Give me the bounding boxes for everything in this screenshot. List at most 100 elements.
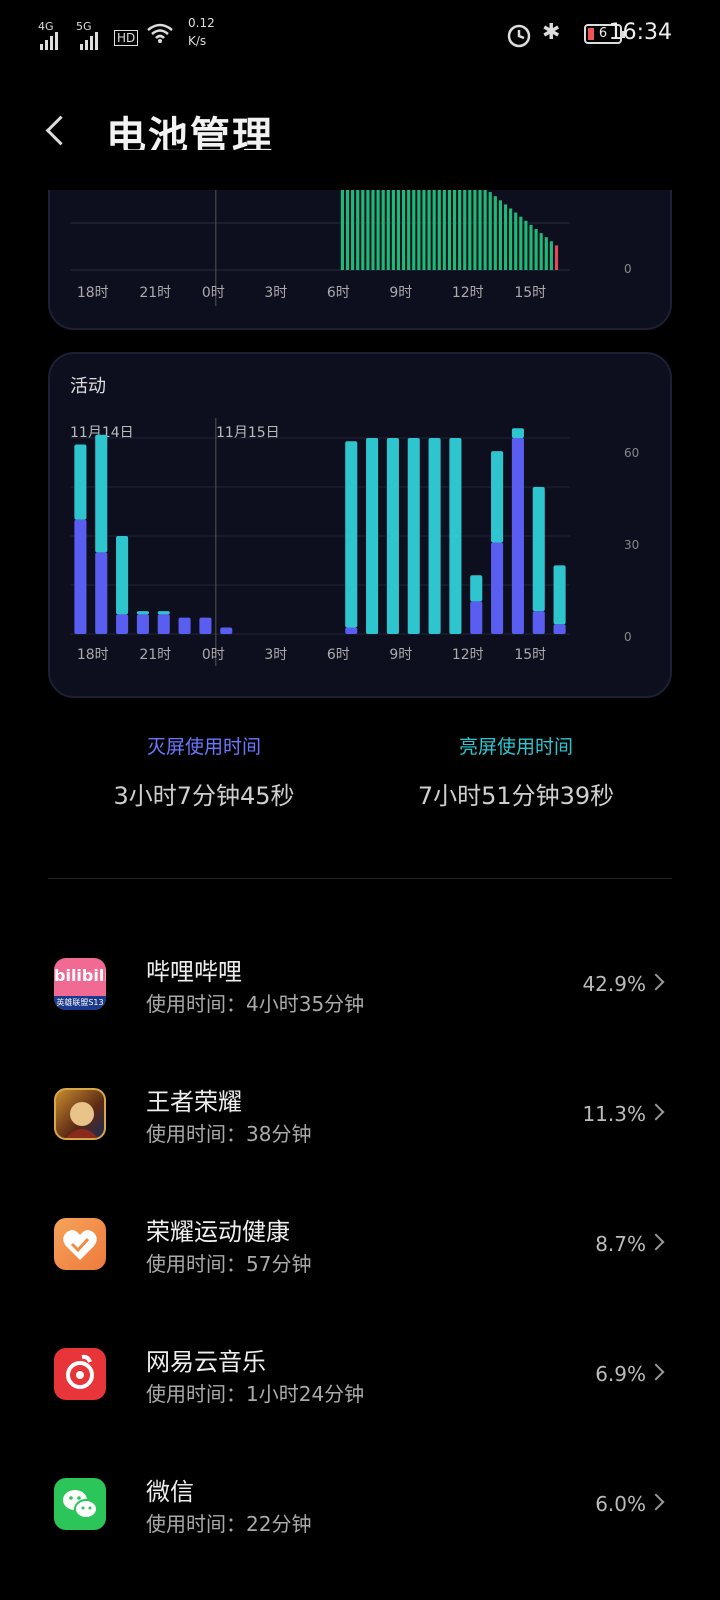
activity-y-tick-30: 30	[624, 538, 640, 552]
activity-x-tick: 12时	[451, 647, 484, 663]
battery-bar	[376, 188, 380, 270]
battery-bar	[534, 229, 538, 270]
activity-y-tick-60: 60	[624, 446, 640, 460]
screen-off-value: 3小时7分钟45秒	[113, 782, 295, 810]
battery-bar	[442, 188, 446, 270]
bilibili-icon: bilibili 英雄联盟S13	[54, 958, 106, 1010]
activity-bar-screen-on	[532, 487, 545, 612]
app-row-honor-of-kings[interactable]: 王者荣耀 使用时间：38分钟 11.3%	[0, 1088, 720, 1208]
activity-bar-screen-on	[136, 611, 149, 615]
hd-icon: HD	[114, 30, 139, 46]
battery-bar	[432, 188, 436, 270]
alarm-icon	[507, 24, 531, 48]
activity-bar-screen-off	[136, 614, 149, 634]
activity-bar-screen-on	[74, 444, 87, 520]
net-speed-value: 0.12	[188, 16, 215, 30]
battery-bar	[519, 216, 523, 270]
net-speed-unit: K/s	[188, 34, 207, 48]
activity-bar-screen-on	[157, 611, 170, 615]
activity-bar-screen-off	[511, 438, 524, 634]
activity-bar-screen-on	[511, 428, 524, 438]
activity-x-tick: 9时	[389, 647, 413, 663]
activity-x-tick: 18时	[76, 647, 109, 663]
app-name: 微信	[146, 1478, 194, 1506]
battery-bar	[396, 188, 401, 270]
honor-of-kings-icon	[54, 1088, 106, 1140]
battery-bar	[503, 204, 508, 270]
battery-bar	[458, 188, 462, 270]
app-row-honor-health[interactable]: 荣耀运动健康 使用时间：57分钟 8.7%	[0, 1218, 720, 1338]
battery-bar	[549, 241, 553, 270]
battery-bar	[340, 188, 344, 270]
activity-x-tick: 0时	[201, 647, 225, 663]
signal-icon	[40, 28, 58, 50]
battery-bar	[463, 188, 467, 270]
battery-bar	[473, 188, 477, 270]
battery-bar	[478, 188, 482, 270]
chevron-right-icon	[647, 1493, 665, 1511]
battery-bar	[483, 188, 487, 270]
activity-bar-screen-off	[199, 617, 212, 634]
battery-bar	[514, 212, 518, 270]
activity-bar-screen-on	[428, 438, 441, 634]
screen-on-label: 亮屏使用时间	[458, 736, 573, 758]
activity-bar-screen-off	[491, 542, 504, 634]
app-percent: 8.7%	[595, 1232, 646, 1256]
activity-x-tick: 21时	[139, 647, 172, 663]
activity-bar-screen-on	[95, 434, 108, 553]
activity-bar-screen-on	[553, 565, 566, 625]
chevron-right-icon	[647, 973, 665, 991]
signal-icon	[80, 28, 98, 50]
battery-bar	[427, 188, 431, 270]
back-button[interactable]	[40, 112, 70, 152]
app-row-bilibili[interactable]: bilibili 英雄联盟S13 哔哩哔哩 使用时间：4小时35分钟 42.9%	[0, 958, 720, 1078]
status-bar: 4G 5G HD 0.12 K/s ✱ 6 16:34	[0, 0, 720, 72]
battery-x-tick: 0时	[201, 285, 225, 301]
activity-bar-screen-on	[449, 438, 462, 634]
battery-bar	[422, 188, 426, 270]
battery-bar	[447, 188, 452, 270]
honor-health-icon	[54, 1218, 106, 1270]
app-percent: 11.3%	[582, 1102, 646, 1126]
activity-chart: 活动 11月14日 11月15日 18时 21时 0时 3时 6时 9时 12时 15时 60…	[48, 352, 672, 698]
activity-bar-screen-on	[386, 438, 399, 634]
chevron-right-icon	[647, 1233, 665, 1251]
battery-bar	[366, 188, 370, 270]
battery-bar	[452, 188, 457, 270]
battery-x-tick: 9时	[389, 285, 413, 301]
activity-bar-screen-on	[470, 575, 483, 602]
battery-bar	[524, 220, 528, 270]
battery-y-tick-0: 0	[624, 262, 632, 276]
chevron-right-icon	[647, 1363, 665, 1381]
app-usage: 使用时间：1小时24分钟	[146, 1382, 365, 1406]
battery-x-tick: 12时	[451, 285, 484, 301]
app-usage: 使用时间：38分钟	[146, 1122, 312, 1146]
activity-bar-screen-on	[116, 536, 129, 615]
battery-bar	[412, 188, 416, 270]
activity-bar-screen-on	[345, 441, 358, 628]
chevron-right-icon	[647, 1103, 665, 1121]
battery-x-tick: 6时	[326, 285, 350, 301]
battery-bar	[345, 188, 350, 270]
battery-x-tick: 18时	[76, 285, 109, 301]
battery-bar	[509, 208, 513, 270]
battery-bar	[539, 233, 543, 270]
activity-bar-screen-on	[491, 451, 504, 543]
app-row-wechat[interactable]: 微信 使用时间：22分钟 6.0%	[0, 1478, 720, 1598]
battery-bar	[386, 188, 390, 270]
battery-bar	[371, 188, 375, 270]
activity-bar-screen-off	[178, 617, 191, 634]
battery-bar	[468, 188, 472, 270]
battery-bar	[407, 188, 411, 270]
battery-bar	[381, 188, 385, 270]
app-row-netease-music[interactable]: 网易云音乐 使用时间：1小时24分钟 6.9%	[0, 1348, 720, 1468]
battery-bar	[529, 224, 533, 270]
activity-bar-screen-off	[95, 552, 108, 634]
activity-bar-screen-on	[407, 438, 420, 634]
clock: 16:34	[608, 20, 672, 45]
wifi-icon	[147, 23, 173, 43]
battery-bar	[361, 188, 365, 270]
activity-bar-screen-off	[470, 601, 483, 634]
battery-bar	[437, 188, 441, 270]
activity-bar-screen-off	[220, 627, 233, 634]
